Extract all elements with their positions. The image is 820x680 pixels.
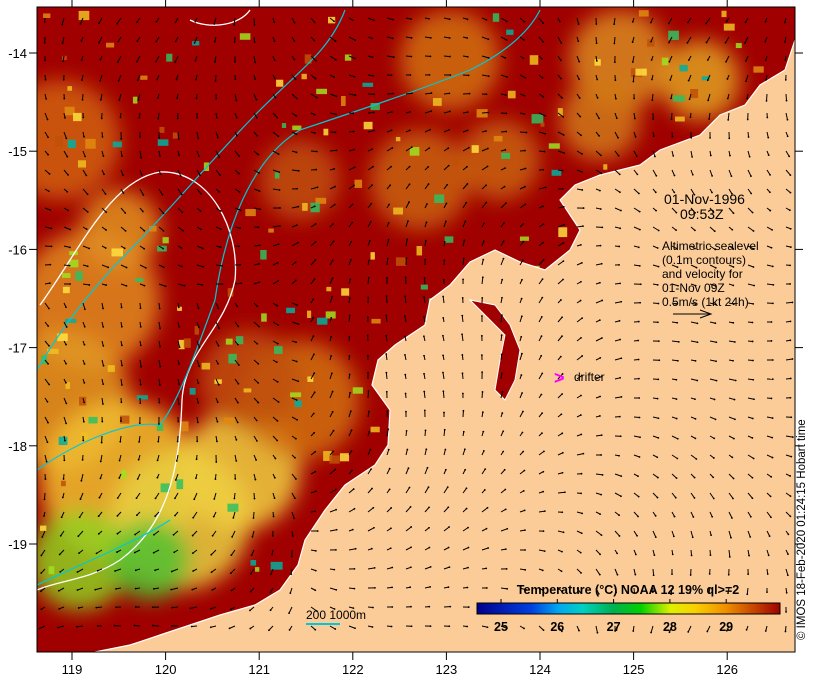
velocity-legend-line: Altimetric sealevel [662, 239, 759, 253]
sst-field [37, 7, 795, 652]
lon-tick-label: 125 [623, 662, 645, 677]
lon-tick-label: 121 [248, 662, 270, 677]
map-time: 09:53Z [680, 206, 724, 222]
lon-tick-label: 122 [342, 662, 364, 677]
bathymetry-key-label: 200 1000m [306, 608, 366, 622]
velocity-legend-line: (0.1m contours) [662, 253, 746, 267]
colorbar-tick-label: 27 [607, 620, 621, 634]
velocity-legend-line: 01-Nov 09Z [662, 281, 725, 295]
lon-tick-label: 119 [62, 662, 83, 677]
drifter-icon: > [554, 368, 565, 388]
colorbar-tick-label: 25 [494, 620, 508, 634]
lon-tick-label: 126 [716, 662, 738, 677]
map-canvas: 119 120 121 122 123 124 125 126 -14 -15 -16 -17 -18 -… [8, 0, 803, 677]
lon-tick-label: 124 [529, 662, 551, 677]
colorbar-tick-label: 26 [550, 620, 564, 634]
lat-tick-label: -14 [8, 46, 27, 61]
copyright-text: © IMOS 18-Feb-2020 01:24:15 Hobart time [796, 419, 808, 640]
velocity-legend-line: 0.5m/s (1kt 24h) [662, 295, 749, 309]
lat-tick-label: -15 [8, 144, 27, 159]
sst-map: 119 120 121 122 123 124 125 126 -14 -15 -16 -17 -18 -… [0, 0, 820, 680]
lat-tick-label: -17 [8, 341, 27, 356]
lat-tick-label: -16 [8, 242, 27, 257]
drifter-label: drifter [574, 370, 605, 384]
lon-tick-label: 120 [155, 662, 177, 677]
lat-tick-label: -18 [8, 439, 27, 454]
colorbar [476, 602, 781, 615]
colorbar-tick-label: 28 [663, 620, 677, 634]
colorbar-title: Temperature (°C) NOAA 12 19% ql>=2 [517, 583, 739, 597]
lat-tick-label: -19 [8, 537, 27, 552]
lon-tick-label: 123 [436, 662, 458, 677]
colorbar-tick-label: 29 [719, 620, 733, 634]
map-date: 01-Nov-1996 [664, 191, 745, 207]
velocity-legend-line: and velocity for [662, 267, 743, 281]
